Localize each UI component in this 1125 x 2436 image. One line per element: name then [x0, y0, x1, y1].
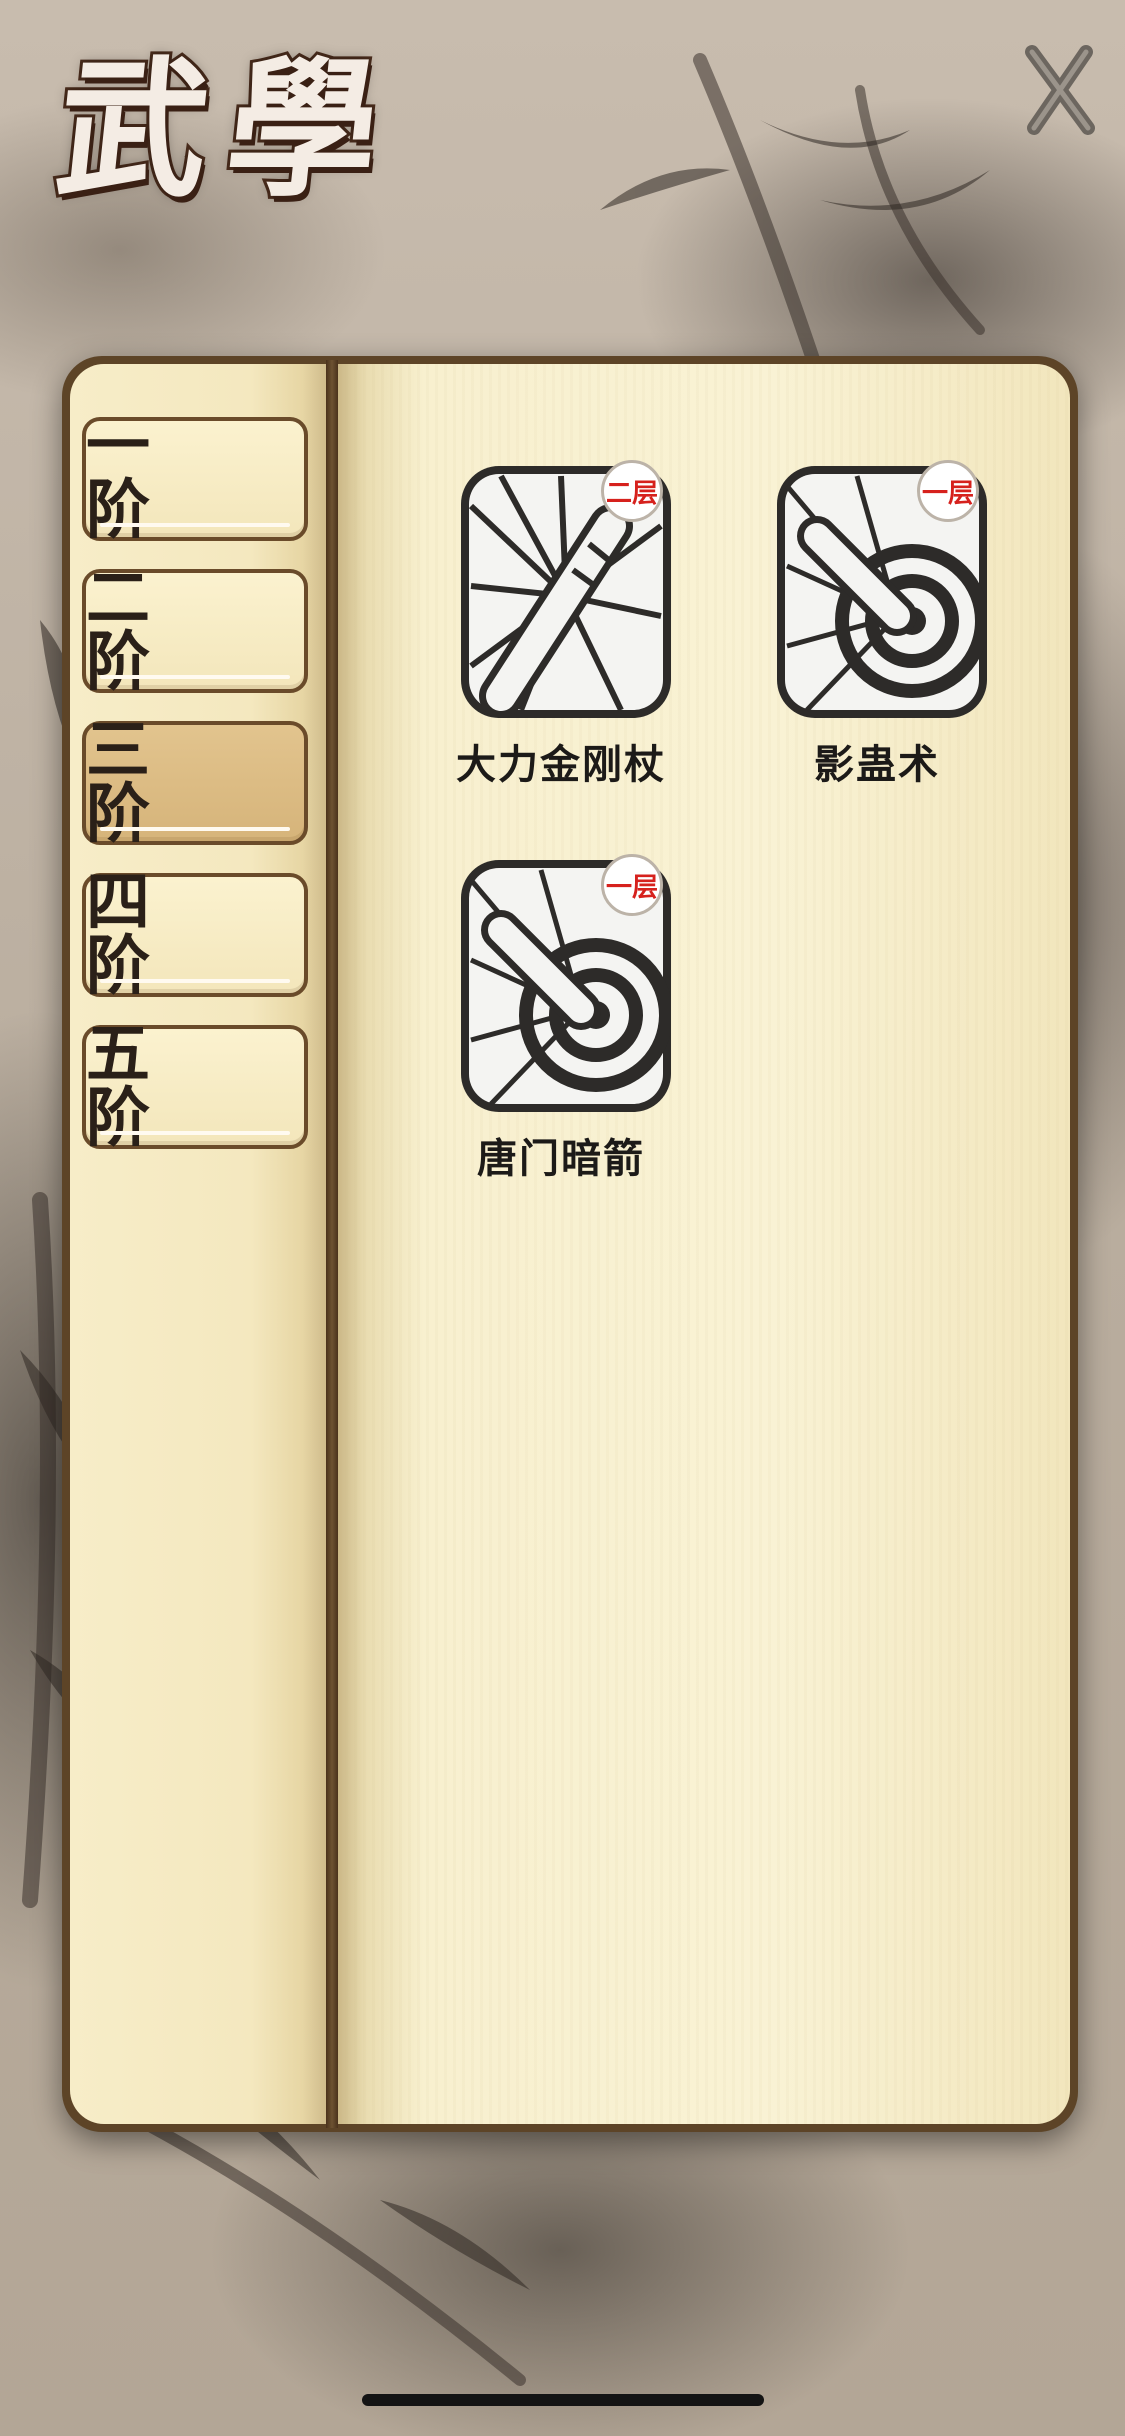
skill-name: 大力金刚杖 — [456, 742, 666, 788]
tier-tab-3[interactable]: 三 阶 — [82, 719, 308, 847]
close-x-icon — [1025, 45, 1095, 135]
skill-level-badge: 一层 — [601, 854, 663, 916]
skill-name: 影蛊术 — [814, 742, 940, 788]
tier-tab-1[interactable]: 一 阶 — [82, 415, 308, 543]
home-indicator[interactable] — [362, 2394, 764, 2406]
tier-tab-2[interactable]: 二 阶 — [82, 567, 308, 695]
skill-level-badge: 一层 — [917, 460, 979, 522]
skill-name: 唐门暗箭 — [477, 1136, 645, 1182]
tier-tab-5[interactable]: 五 阶 — [82, 1023, 308, 1151]
tier-tab-4[interactable]: 四 阶 — [82, 871, 308, 999]
close-button[interactable] — [1022, 40, 1098, 140]
skill-level-badge: 二层 — [601, 460, 663, 522]
page-title: 武學 — [46, 39, 411, 221]
